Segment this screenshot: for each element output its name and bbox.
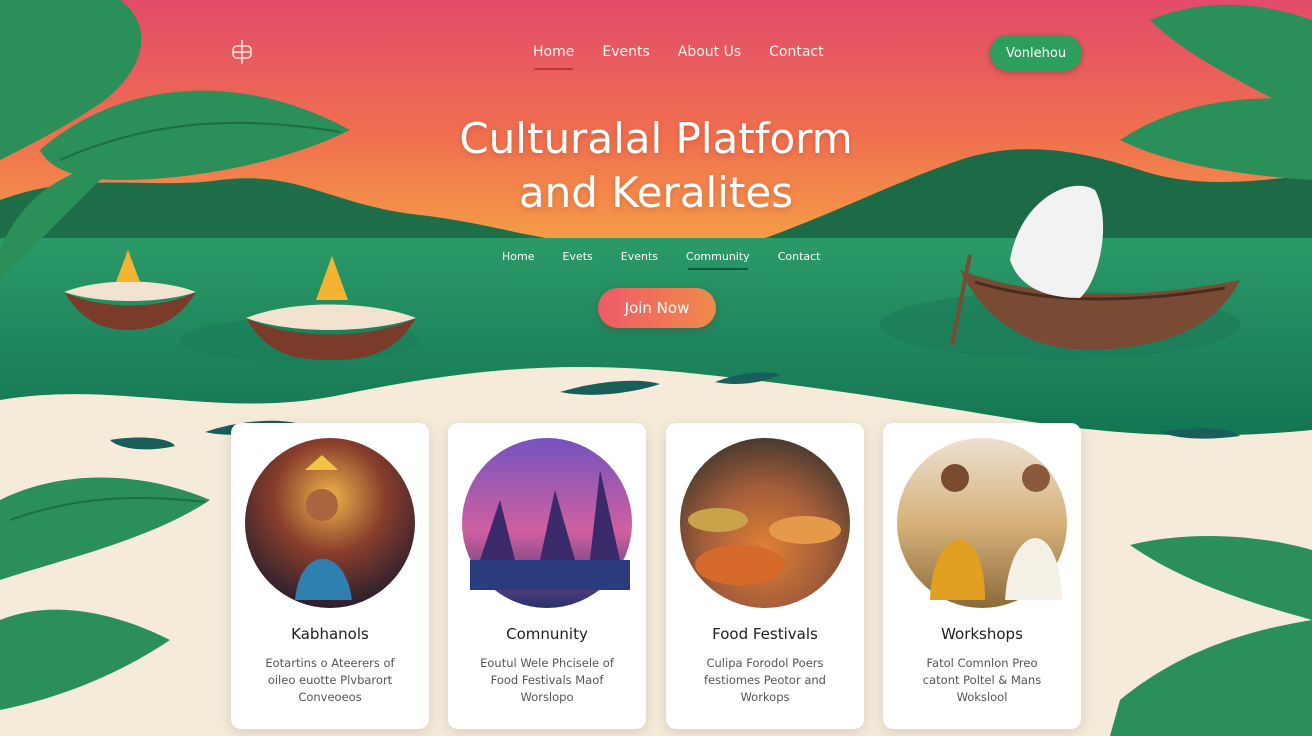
hero-title-line-1: Culturalal Platform <box>459 114 853 163</box>
top-navigation: Home Events About Us Contact <box>530 44 827 70</box>
lotus-logo-icon[interactable] <box>226 36 258 68</box>
card-food-festivals[interactable]: Food Festivals Culipa Forodol Poers fest… <box>666 423 864 729</box>
card-title: Workshops <box>941 625 1023 643</box>
join-now-button[interactable]: Join Now <box>598 288 716 328</box>
nav-events[interactable]: Events <box>599 44 652 68</box>
card-description: Culipa Forodol Poers festiomes Peotor an… <box>704 656 826 704</box>
card-comnunity[interactable]: Comnunity Eoutul Wele Phcisele of Food F… <box>448 423 646 729</box>
card-workshops[interactable]: Workshops Fatol Comnlon Preo catont Polt… <box>883 423 1081 729</box>
card-description: Eoutul Wele Phcisele of Food Festivals M… <box>480 656 614 704</box>
subnav-home[interactable]: Home <box>498 250 538 269</box>
subnav-contact[interactable]: Contact <box>774 250 825 269</box>
card-description: Fatol Comnlon Preo catont Poltel & Mans … <box>922 656 1042 704</box>
nav-contact[interactable]: Contact <box>766 44 826 68</box>
card-title: Food Festivals <box>712 625 818 643</box>
card-kabhanols[interactable]: Kabhanols Eotartins o Ateerers of oileo … <box>231 423 429 729</box>
hero-title: Culturalal Platform and Keralites <box>356 112 956 220</box>
header-cta-button[interactable]: Vonlehou <box>990 35 1082 71</box>
hero-background <box>0 0 1312 736</box>
temple-at-dusk-photo <box>462 437 632 609</box>
food-thalis-photo <box>680 437 850 609</box>
nav-home[interactable]: Home <box>530 44 577 70</box>
card-title: Kabhanols <box>291 625 369 643</box>
subnav-events[interactable]: Events <box>617 250 662 269</box>
card-title: Comnunity <box>506 625 588 643</box>
subnav-evets[interactable]: Evets <box>558 250 596 269</box>
card-description: Eotartins o Ateerers of oileo euotte Plv… <box>265 656 395 704</box>
two-men-meeting-photo <box>897 437 1067 609</box>
hero-subnav: Home Evets Events Community Contact <box>498 250 825 270</box>
festival-people-photo <box>245 437 415 609</box>
nav-about-us[interactable]: About Us <box>675 44 744 68</box>
hero-title-line-2: and Keralites <box>518 168 794 217</box>
subnav-community[interactable]: Community <box>682 250 754 270</box>
